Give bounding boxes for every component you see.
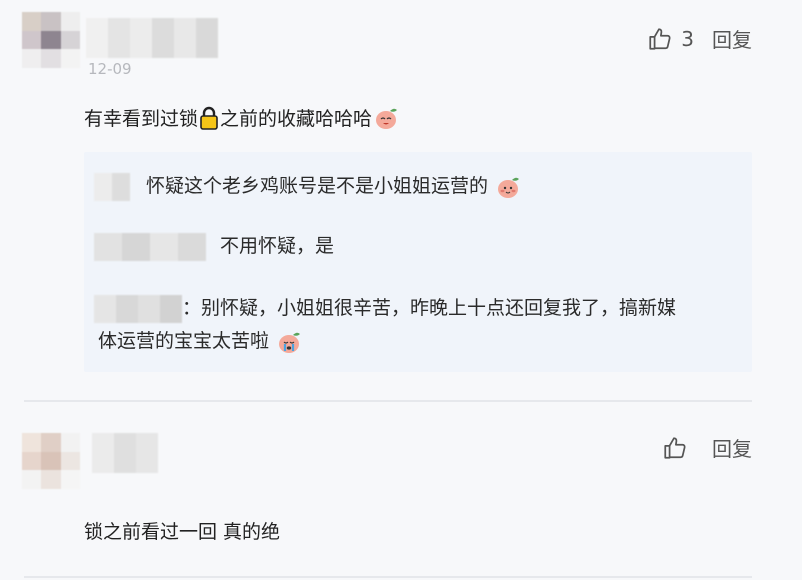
peach-shy-icon xyxy=(498,177,520,198)
comment-divider xyxy=(24,576,752,578)
avatar[interactable] xyxy=(22,12,80,68)
comment-item: 12-09 3 回复 有幸看到过锁 之前的收藏哈哈哈 怀疑这个老乡鸡账号是不是小… xyxy=(0,0,802,402)
reply-text: 怀疑这个老乡鸡账号是不是小姐姐运营的 xyxy=(146,175,489,197)
thumbs-up-icon[interactable] xyxy=(662,435,688,461)
comment-text-part: 有幸看到过锁 xyxy=(84,108,199,130)
reply-username-blurred[interactable] xyxy=(94,232,206,261)
lock-icon xyxy=(200,106,218,130)
comment-text: 锁之前看过一回 真的绝 xyxy=(84,521,281,543)
avatar[interactable] xyxy=(22,433,80,489)
reply-button[interactable]: 回复 xyxy=(712,433,752,462)
reply-username-blurred[interactable] xyxy=(94,294,182,323)
reply-text-continued: 体运营的宝宝太苦啦 xyxy=(98,330,270,352)
comment-timestamp: 12-09 xyxy=(88,60,132,78)
reply-item: 不用怀疑，是 xyxy=(94,230,334,263)
reply-text: 不用怀疑，是 xyxy=(220,235,335,257)
thumbs-up-icon[interactable] xyxy=(647,26,673,52)
comment-actions: 回复 xyxy=(662,433,752,462)
comment-item: 回复 锁之前看过一回 真的绝 xyxy=(0,405,802,580)
peach-laughing-icon xyxy=(376,108,398,129)
reply-item: 怀疑这个老乡鸡账号是不是小姐姐运营的 xyxy=(94,170,522,203)
peach-crying-icon xyxy=(279,332,301,353)
reply-item: ：别怀疑，小姐姐很辛苦，昨晚上十点还回复我了，搞新媒 体运营的宝宝太苦啦 xyxy=(94,292,744,358)
reply-button[interactable]: 回复 xyxy=(712,24,752,53)
reply-text: ：别怀疑，小姐姐很辛苦，昨晚上十点还回复我了，搞新媒 xyxy=(182,297,677,319)
comment-divider xyxy=(24,400,752,402)
reply-username-blurred[interactable] xyxy=(94,172,130,201)
comment-text: 有幸看到过锁 之前的收藏哈哈哈 xyxy=(84,104,400,131)
comment-text-part: 之前的收藏哈哈哈 xyxy=(220,108,373,130)
username-blurred[interactable] xyxy=(92,433,158,473)
comment-actions: 3 回复 xyxy=(647,24,752,53)
like-count: 3 xyxy=(681,26,694,51)
username-blurred[interactable] xyxy=(86,18,218,58)
reply-thread: 怀疑这个老乡鸡账号是不是小姐姐运营的 不用怀疑，是 ：别怀疑，小姐姐很辛苦，昨晚… xyxy=(84,152,752,372)
